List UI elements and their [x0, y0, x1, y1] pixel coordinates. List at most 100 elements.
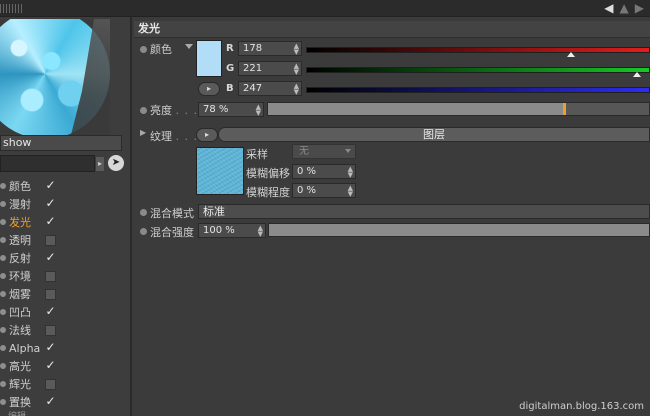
- edit-label[interactable]: 编辑: [0, 409, 80, 416]
- material-sidebar: show ▸ ➤ 颜色 ✓ 漫射 ✓ 发光 ✓ 透明 反射 ✓ 环境 烟雾 凹凸 ✓ 法线…: [0, 17, 132, 416]
- channel-checkbox[interactable]: ✓: [45, 179, 56, 192]
- channel-specular[interactable]: 高光 ✓: [0, 357, 70, 375]
- section-title: 发光: [134, 21, 650, 38]
- texture-thumbnail[interactable]: [196, 147, 244, 195]
- channel-checkbox[interactable]: ✓: [45, 197, 56, 210]
- blur-scale-field[interactable]: 0 % ▲ ▼: [292, 183, 356, 198]
- mix-strength-anim-radio[interactable]: [140, 228, 147, 235]
- layer-button[interactable]: 图层: [218, 127, 650, 142]
- channel-color[interactable]: 颜色 ✓: [0, 177, 70, 195]
- material-text-input[interactable]: [0, 155, 95, 172]
- channel-label: 透明: [9, 234, 31, 247]
- mix-strength-value: 100 %: [203, 225, 235, 236]
- b-slider[interactable]: [306, 87, 650, 93]
- channel-list: 颜色 ✓ 漫射 ✓ 发光 ✓ 透明 反射 ✓ 环境 烟雾 凹凸 ✓ 法线 Alpha ✓ 高…: [0, 177, 70, 411]
- texture-label: 纹理 . . .: [150, 130, 198, 143]
- channel-checkbox[interactable]: ✓: [45, 305, 56, 318]
- channel-checkbox[interactable]: ✓: [45, 215, 56, 228]
- channel-label: 反射: [9, 252, 31, 265]
- r-slider[interactable]: [306, 47, 650, 57]
- channel-dot-icon: [0, 219, 6, 225]
- channel-checkbox[interactable]: ✓: [45, 395, 56, 408]
- blur-offset-label: 模糊偏移: [246, 167, 290, 180]
- r-value: 178: [243, 43, 263, 54]
- channel-reflection[interactable]: 反射 ✓: [0, 249, 70, 267]
- channel-glow[interactable]: 辉光: [0, 375, 70, 393]
- spinner-icon[interactable]: ▲ ▼: [348, 185, 353, 198]
- channel-dot-icon: [0, 381, 6, 387]
- texture-menu-button[interactable]: ▸: [196, 128, 218, 142]
- spinner-icon[interactable]: ▲ ▼: [348, 166, 353, 179]
- channel-checkbox[interactable]: ✓: [45, 359, 56, 372]
- channel-diffuse[interactable]: 漫射 ✓: [0, 195, 70, 213]
- blur-scale-value: 0 %: [297, 185, 317, 196]
- grip-handle[interactable]: [0, 4, 22, 13]
- color-anim-radio[interactable]: [140, 46, 147, 53]
- channel-environment[interactable]: 环境: [0, 267, 70, 285]
- material-name[interactable]: show: [0, 135, 122, 151]
- blur-offset-value: 0 %: [297, 166, 317, 177]
- channel-label: 凹凸: [9, 306, 31, 319]
- brightness-anim-radio[interactable]: [140, 107, 147, 114]
- material-preview[interactable]: [0, 19, 110, 139]
- pointer-picker-icon[interactable]: ➤: [108, 155, 124, 171]
- mix-mode-label: 混合模式: [150, 207, 194, 220]
- mix-strength-slider[interactable]: [268, 223, 650, 237]
- r-slider-knob[interactable]: [567, 52, 575, 57]
- sampling-label: 采样: [246, 148, 268, 161]
- sampling-select[interactable]: 无: [292, 144, 356, 159]
- forward-arrow-icon[interactable]: ▶: [635, 1, 644, 15]
- channel-fog[interactable]: 烟雾: [0, 285, 70, 303]
- channel-alpha[interactable]: Alpha ✓: [0, 339, 70, 357]
- spinner-icon[interactable]: ▲ ▼: [256, 104, 261, 117]
- brightness-marker[interactable]: [563, 103, 567, 115]
- channel-label: 烟雾: [9, 288, 31, 301]
- channel-checkbox[interactable]: ✓: [45, 341, 56, 354]
- color-dropdown-icon[interactable]: [185, 44, 193, 49]
- mix-mode-anim-radio[interactable]: [140, 209, 147, 216]
- input-menu-arrow-icon[interactable]: ▸: [96, 157, 104, 171]
- channel-checkbox[interactable]: [45, 324, 56, 336]
- mix-strength-field[interactable]: 100 % ▲ ▼: [198, 223, 266, 238]
- brightness-slider[interactable]: [267, 102, 650, 116]
- r-value-field[interactable]: 178 ▲ ▼: [238, 41, 302, 56]
- texture-expand-icon[interactable]: ▶: [140, 128, 146, 137]
- channel-checkbox[interactable]: [45, 378, 56, 390]
- g-value-field[interactable]: 221 ▲ ▼: [238, 61, 302, 76]
- channel-dot-icon: [0, 399, 6, 405]
- channel-checkbox[interactable]: [45, 234, 56, 246]
- g-slider-knob[interactable]: [633, 72, 641, 77]
- luminance-panel: 发光 颜色 R 178 ▲ ▼ G 221 ▲ ▼ ▸ B 247 ▲ ▼ 亮度 . . .…: [134, 17, 650, 416]
- spinner-icon[interactable]: ▲ ▼: [294, 43, 299, 56]
- back-arrow-icon[interactable]: ◀: [604, 1, 613, 15]
- channel-label: 环境: [9, 270, 31, 283]
- blur-offset-field[interactable]: 0 % ▲ ▼: [292, 164, 356, 179]
- channel-checkbox[interactable]: [45, 288, 56, 300]
- brightness-value-field[interactable]: 78 % ▲ ▼: [198, 102, 264, 117]
- mix-mode-select[interactable]: 标准: [198, 204, 650, 219]
- spinner-icon[interactable]: ▲ ▼: [294, 63, 299, 76]
- spinner-icon[interactable]: ▲ ▼: [294, 83, 299, 96]
- channel-dot-icon: [0, 309, 6, 315]
- channel-checkbox[interactable]: ✓: [45, 251, 56, 264]
- color-picker-button[interactable]: ▸: [198, 82, 220, 96]
- g-value: 221: [243, 63, 263, 74]
- blur-scale-label: 模糊程度: [246, 186, 290, 199]
- sampling-value: 无: [299, 146, 309, 157]
- channel-dot-icon: [0, 237, 6, 243]
- spinner-icon[interactable]: ▲ ▼: [258, 225, 263, 238]
- channel-label: 漫射: [9, 198, 31, 211]
- channel-luminance[interactable]: 发光 ✓: [0, 213, 70, 231]
- channel-normal[interactable]: 法线: [0, 321, 70, 339]
- channel-checkbox[interactable]: [45, 270, 56, 282]
- nav-arrows: ◀ ▲ ▶: [604, 1, 644, 15]
- channel-label: 高光: [9, 360, 31, 373]
- brightness-value: 78 %: [203, 104, 229, 115]
- channel-bump[interactable]: 凹凸 ✓: [0, 303, 70, 321]
- channel-transparency[interactable]: 透明: [0, 231, 70, 249]
- up-arrow-icon[interactable]: ▲: [620, 1, 629, 15]
- color-swatch[interactable]: [196, 40, 222, 77]
- g-slider[interactable]: [306, 67, 650, 77]
- channel-dot-icon: [0, 327, 6, 333]
- b-value-field[interactable]: 247 ▲ ▼: [238, 81, 302, 96]
